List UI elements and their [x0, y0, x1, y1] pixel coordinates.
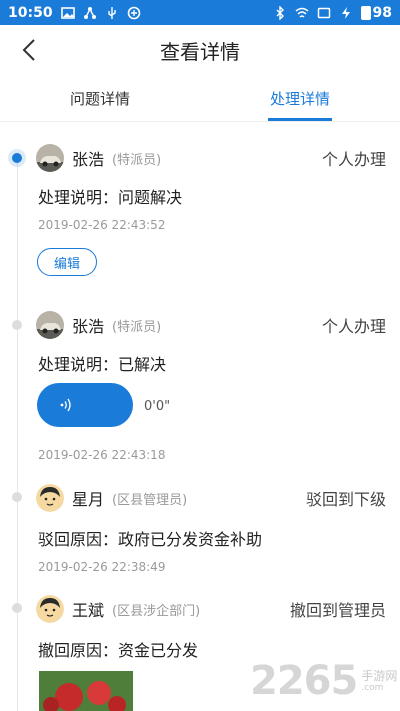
charging-icon: [341, 6, 350, 19]
tab-process-details[interactable]: 处理详情: [200, 78, 400, 121]
record-time: 2019-02-26 22:38:49: [38, 560, 166, 574]
tab-issue-details[interactable]: 问题详情: [0, 78, 200, 121]
timeline-line: [17, 158, 18, 711]
tab-active-indicator: [268, 118, 332, 121]
nav-bar: 查看详情: [0, 25, 400, 75]
record-role: (区县涉企部门): [112, 603, 201, 619]
record-name: 张浩: [72, 150, 105, 169]
voice-message-button[interactable]: [37, 383, 133, 427]
sound-wave-icon: [60, 398, 71, 412]
person-avatar: [36, 595, 64, 623]
status-bar: 10:50 98: [0, 0, 400, 25]
share-icon: [83, 6, 96, 19]
record-time: 2019-02-26 22:43:52: [38, 218, 166, 232]
record-action: 驳回到下级: [305, 490, 386, 509]
tab-label: 问题详情: [69, 90, 130, 108]
tab-label: 处理详情: [269, 90, 330, 108]
record-name: 王斌: [72, 601, 105, 620]
image-icon: [60, 6, 75, 19]
voice-duration: 0'0": [144, 399, 171, 414]
record-description: 处理说明：已解决: [38, 355, 167, 374]
watermark-cn: 手游网: [361, 668, 398, 683]
watermark-en: .com: [361, 682, 384, 693]
edit-button-label: 编辑: [53, 256, 80, 272]
battery-box: [360, 5, 371, 20]
record-action: 个人办理: [321, 317, 386, 336]
record-description: 驳回原因：政府已分发资金补助: [38, 530, 263, 549]
timeline-dot: [12, 320, 22, 330]
record-name: 星月: [72, 490, 105, 509]
record-role: (区县管理员): [112, 492, 188, 508]
watermark-number: 2265: [250, 658, 358, 704]
timeline-dot: [12, 492, 22, 502]
attachment-photo[interactable]: [39, 671, 133, 711]
battery-level: 98: [372, 4, 392, 21]
record-description: 撤回原因：资金已分发: [38, 641, 199, 660]
chevron-left-icon[interactable]: [18, 37, 42, 63]
edit-button[interactable]: 编辑: [37, 248, 97, 276]
timeline-dot-active: [12, 153, 22, 163]
record-header: 星月 (区县管理员) 驳回到下级: [36, 484, 386, 512]
battery-icon: 98: [360, 4, 392, 21]
watermark-logo: 2265 手游网 .com: [250, 656, 400, 706]
bluetooth-icon: [276, 5, 284, 20]
car-avatar: [36, 311, 64, 339]
record-role: (特派员): [112, 319, 162, 335]
record-action: 撤回到管理员: [289, 601, 386, 620]
wifi-icon: [295, 7, 308, 18]
tab-bar: 问题详情 处理详情: [0, 78, 400, 122]
watermark-text: 手游网 .com: [361, 670, 397, 693]
timeline-dot: [12, 603, 22, 613]
record-header: 王斌 (区县涉企部门) 撤回到管理员: [36, 595, 386, 623]
status-time: 10:50: [8, 4, 53, 21]
car-avatar: [36, 144, 64, 172]
record-header: 张浩 (特派员) 个人办理: [36, 144, 386, 172]
record-name: 张浩: [72, 317, 105, 336]
record-action: 个人办理: [321, 150, 386, 169]
record-time: 2019-02-26 22:43:18: [38, 448, 166, 462]
screen-icon: [317, 7, 330, 18]
record-header: 张浩 (特派员) 个人办理: [36, 311, 386, 339]
usb-icon: [107, 6, 116, 19]
vpn-icon: [127, 6, 140, 19]
page-title: 查看详情: [160, 39, 240, 64]
record-description: 处理说明：问题解决: [38, 188, 183, 207]
person-avatar: [36, 484, 64, 512]
record-role: (特派员): [112, 152, 162, 168]
